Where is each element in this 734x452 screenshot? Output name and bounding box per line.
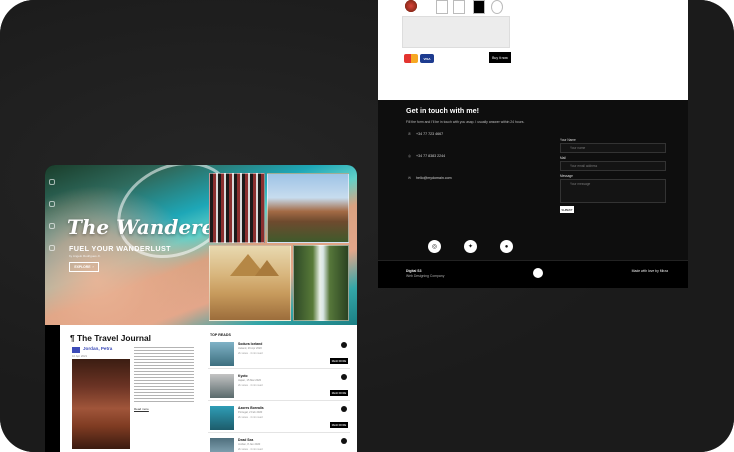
petra-photo — [72, 359, 130, 449]
instagram-icon[interactable]: ◎ — [428, 240, 441, 253]
hero-subtitle: FUEL YOUR WANDERLUST — [69, 244, 171, 253]
github-icon[interactable]: ● — [500, 240, 513, 253]
travel-blog-mockup: The Wanderer FUEL YOUR WANDERLUST by Ang… — [45, 165, 357, 452]
photo-town-hall — [267, 173, 349, 243]
read-stats: 2k views · 4 min read — [238, 384, 263, 387]
submit-button[interactable]: SUBMIT — [560, 206, 574, 213]
home-icon[interactable] — [49, 179, 55, 185]
journal-section: ¶ The Travel Journal Jordan, Petra 10 Ap… — [60, 325, 357, 452]
message-field[interactable]: Your message — [560, 179, 666, 203]
photo-train-station — [209, 173, 265, 243]
top-read-item[interactable]: Sodura Iceland Iceland, 26 Apr 2020 2k v… — [208, 339, 350, 369]
read-more-button[interactable]: READ MORE — [330, 358, 348, 364]
showcase-canvas: VISA Buy it now Get in touch with me! Fi… — [0, 0, 734, 452]
photo-waterfall — [293, 245, 349, 321]
explore-button[interactable]: EXPLORE › — [69, 262, 99, 272]
contact-email: hello@mydomain.com — [416, 176, 452, 180]
read-thumb — [210, 406, 234, 430]
read-title: Dead Sea — [238, 438, 254, 442]
mobile-icon: ◎ — [408, 154, 412, 158]
bookmark-icon[interactable] — [341, 406, 347, 412]
read-title: Sodura Iceland — [238, 342, 263, 346]
contact-phone-row: ✆ +34 77 723 4667 — [408, 132, 443, 136]
swatch-light[interactable] — [453, 0, 465, 14]
footer-logo-icon — [533, 268, 543, 278]
photo-pyramids — [209, 245, 291, 321]
swatch-black[interactable] — [473, 0, 485, 14]
read-thumb — [210, 342, 234, 366]
read-more-button[interactable]: READ MORE — [330, 390, 348, 396]
read-stats: 2k views · 4 min read — [238, 448, 263, 451]
journal-title: ¶ The Travel Journal — [70, 333, 151, 343]
contact-phone-2: +34 77 8383 2244 — [416, 154, 446, 158]
bookmark-icon[interactable] — [341, 374, 347, 380]
email-field[interactable]: Your email address — [560, 161, 666, 171]
read-title: Azores Borealis — [238, 406, 264, 410]
phone-icon: ✆ — [408, 132, 412, 136]
read-more-button[interactable]: READ MORE — [330, 422, 348, 428]
contact-subtitle: Fill the form and I'll be in touch with … — [406, 120, 525, 124]
read-meta: Jordan, 8 Jan 2020 — [238, 443, 261, 446]
footer-tagline: Web Designing Company — [406, 274, 445, 278]
name-label: Your Name — [560, 138, 576, 142]
top-read-item[interactable]: Dead Sea Jordan, 8 Jan 2020 2k views · 4… — [208, 435, 350, 452]
contact-phone-1: +34 77 723 4667 — [416, 132, 444, 136]
bookmark-icon[interactable] — [341, 342, 347, 348]
visa-icon: VISA — [420, 54, 434, 63]
mastercard-icon — [404, 54, 418, 63]
top-reads-heading: TOP READS — [210, 333, 231, 337]
bookmark-icon[interactable] — [341, 438, 347, 444]
product-thumb-icon[interactable] — [404, 0, 418, 13]
read-meta: Iceland, 26 Apr 2020 — [238, 347, 262, 350]
read-thumb — [210, 374, 234, 398]
email-label: Mail — [560, 156, 566, 160]
hero-byline: by Angelo Rodrigues Jr. — [69, 254, 101, 258]
mail-icon[interactable] — [49, 245, 55, 251]
contact-title: Get in touch with me! — [406, 106, 480, 115]
journal-date: 10 Apr 2021 — [72, 354, 88, 358]
pyramid-shape-2 — [255, 260, 279, 276]
read-stats: 2k views · 4 min read — [238, 416, 263, 419]
contact-email-row: ✉ hello@mydomain.com — [408, 176, 452, 180]
contact-mobile-row: ◎ +34 77 8383 2244 — [408, 154, 445, 158]
twitter-icon[interactable]: ✦ — [464, 240, 477, 253]
hero-title: The Wanderer — [67, 215, 225, 239]
top-read-item[interactable]: Azores Borealis Portugal, 2 Feb 2020 2k … — [208, 403, 350, 433]
journal-body-text — [134, 347, 194, 403]
journal-place: Jordan, Petra — [83, 346, 113, 351]
globe-icon[interactable] — [49, 201, 55, 207]
hero-section: The Wanderer FUEL YOUR WANDERLUST by Ang… — [45, 165, 357, 325]
arrow-right-icon: › — [92, 265, 94, 269]
footer-credit: Made with love by Mirza — [631, 269, 668, 273]
read-meta: Japan, 15 Mar 2020 — [238, 379, 262, 382]
footer-brand: Digital S3 — [406, 269, 422, 273]
site-footer: Digital S3 Web Designing Company Made wi… — [378, 260, 688, 288]
read-thumb — [210, 438, 234, 452]
camera-icon[interactable] — [49, 223, 55, 229]
product-description-box — [402, 16, 510, 48]
message-label: Message — [560, 174, 573, 178]
top-read-item[interactable]: Kyoto Japan, 15 Mar 2020 2k views · 4 mi… — [208, 371, 350, 401]
read-meta: Portugal, 2 Feb 2020 — [238, 411, 263, 414]
buy-now-button[interactable]: Buy it now — [489, 52, 511, 63]
read-stats: 2k views · 4 min read — [238, 352, 263, 355]
swatch-outline[interactable] — [491, 0, 503, 14]
explore-label: EXPLORE — [74, 265, 91, 269]
read-title: Kyoto — [238, 374, 248, 378]
swatch-white[interactable] — [436, 0, 448, 14]
name-field[interactable]: Your name — [560, 143, 666, 153]
mail-icon: ✉ — [408, 176, 412, 180]
contact-section: Get in touch with me! Fill the form and … — [378, 100, 688, 260]
flag-icon — [72, 347, 80, 353]
read-more-link[interactable]: Read more — [134, 407, 149, 411]
contact-page-mockup: VISA Buy it now Get in touch with me! Fi… — [378, 0, 688, 288]
shop-product-section: VISA Buy it now — [378, 0, 688, 100]
